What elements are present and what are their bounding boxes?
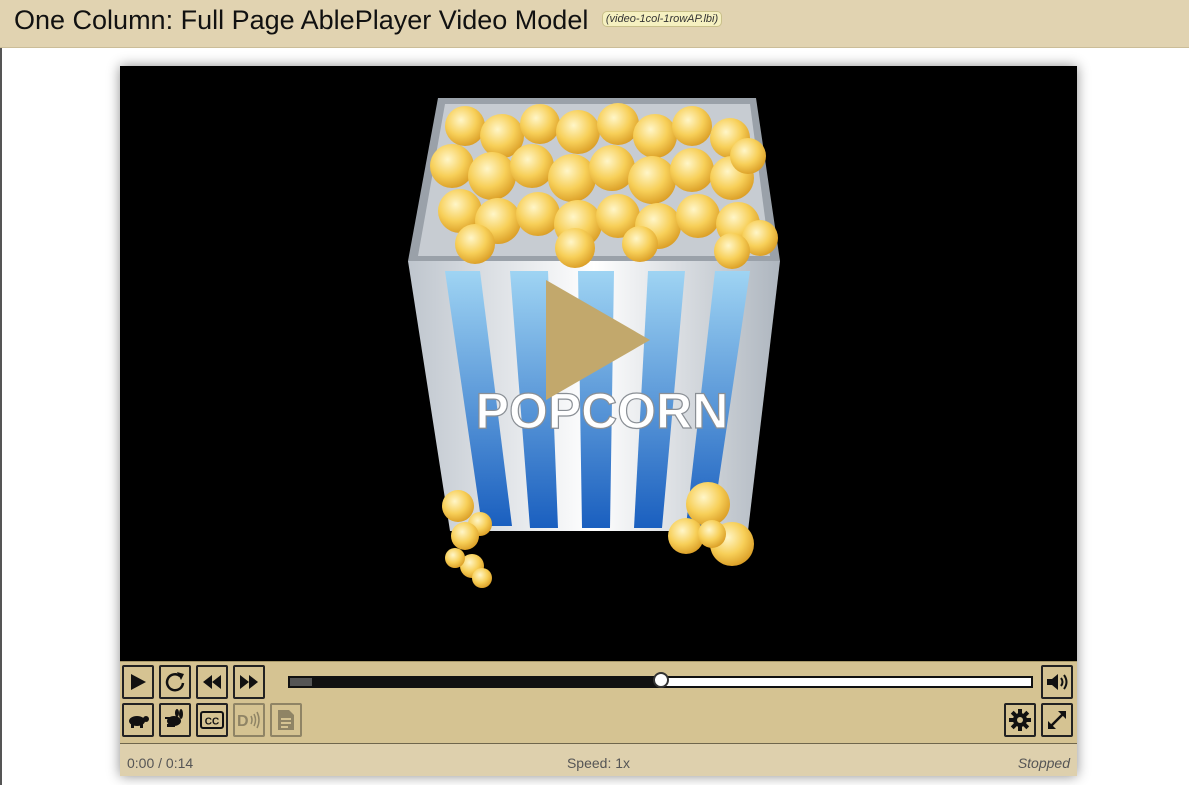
seek-bar[interactable] (288, 672, 1033, 688)
page-title-wrap: One Column: Full Page AblePlayer Video M… (14, 5, 723, 36)
page-left-border (0, 0, 2, 785)
poster-brand-text: POPCORN (476, 383, 729, 439)
play-icon (131, 674, 146, 690)
transcript-icon (278, 710, 294, 730)
page-title: One Column: Full Page AblePlayer Video M… (14, 5, 589, 35)
audio-description-button[interactable]: D (233, 703, 265, 737)
forward-button[interactable] (233, 665, 265, 699)
page-header: One Column: Full Page AblePlayer Video M… (0, 0, 1189, 48)
rewind-button[interactable] (196, 665, 228, 699)
volume-button[interactable] (1041, 665, 1073, 699)
seek-played (290, 678, 661, 686)
video-area[interactable]: POPCORN (120, 66, 1077, 661)
seek-thumb[interactable] (652, 672, 669, 688)
template-tag: (video-1col-1rowAP.lbi) (601, 10, 723, 27)
transcript-button[interactable] (270, 703, 302, 737)
popcorn-poster: POPCORN (408, 98, 780, 588)
faster-icon (165, 709, 183, 727)
slower-button[interactable] (122, 703, 154, 737)
restart-button[interactable] (159, 665, 191, 699)
status-bar: 0:00 / 0:14 Speed: 1x Stopped (120, 743, 1077, 776)
able-player: POPCORN CC D 0:00 / 0:14 Speed: 1x Stopp… (120, 66, 1077, 776)
captions-label: CC (205, 717, 219, 728)
restart-icon (165, 672, 185, 692)
captions-icon: CC (200, 711, 224, 729)
slower-icon (129, 716, 149, 728)
preferences-button[interactable] (1004, 703, 1036, 737)
faster-button[interactable] (159, 703, 191, 737)
player-controls: CC D (120, 661, 1077, 743)
audio-description-icon: D (237, 711, 260, 729)
forward-icon (240, 675, 258, 689)
play-button[interactable] (122, 665, 154, 699)
fullscreen-icon (1048, 711, 1066, 729)
captions-button[interactable]: CC (196, 703, 228, 737)
volume-icon (1047, 674, 1068, 690)
playback-speed: Speed: 1x (566, 755, 631, 771)
playback-status: Stopped (1017, 755, 1070, 771)
fullscreen-button[interactable] (1041, 703, 1073, 737)
description-label: D (237, 713, 249, 729)
preferences-icon (1009, 709, 1031, 731)
seek-buffered (290, 678, 313, 686)
rewind-icon (203, 675, 221, 689)
